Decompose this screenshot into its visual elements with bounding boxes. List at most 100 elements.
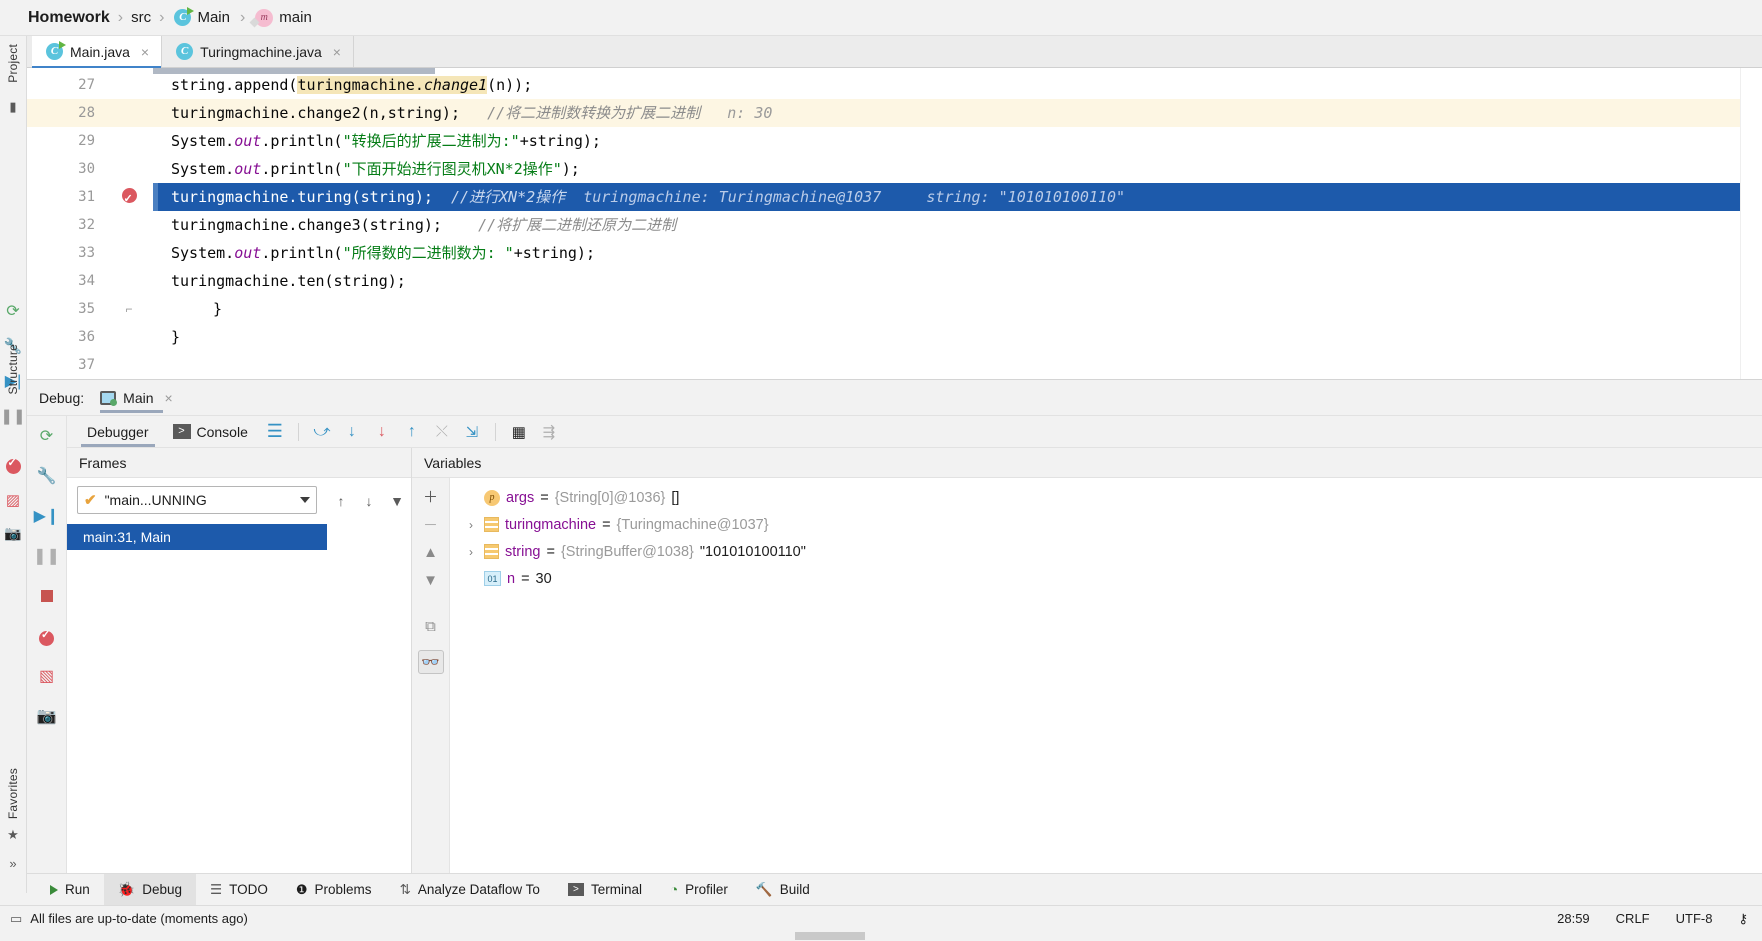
filter-icon[interactable]: ▼: [384, 488, 410, 514]
code-line-35[interactable]: }: [153, 295, 1740, 323]
breadcrumb-item-src[interactable]: src: [131, 9, 151, 26]
line-number: 27: [78, 77, 95, 93]
settings-wrench-icon[interactable]: 🔧: [34, 464, 60, 488]
settings-icon[interactable]: ⇶: [536, 420, 562, 444]
breakpoint-icon[interactable]: [105, 183, 153, 213]
bottom-item-problems[interactable]: ❶ Problems: [282, 874, 386, 905]
bottom-item-build[interactable]: 🔨 Build: [742, 874, 824, 905]
code-editor[interactable]: 27 28 29 30 31 32 33 34 35 36 37 ⌐: [27, 68, 1762, 380]
rerun-icon[interactable]: ⟳: [34, 424, 60, 448]
run-to-cursor-icon[interactable]: ⇲: [459, 420, 485, 444]
primitive-icon: 01: [484, 571, 501, 586]
code-line-29[interactable]: System.out.println("转换后的扩展二进制为:"+string)…: [153, 127, 1740, 155]
code-line-32[interactable]: turingmachine.change3(string); //将扩展二进制还…: [153, 211, 1740, 239]
mute-breakpoints-icon[interactable]: [5, 456, 21, 475]
close-icon[interactable]: ×: [165, 390, 173, 406]
bottom-item-run[interactable]: Run: [36, 874, 104, 905]
mute-breakpoints-icon[interactable]: [34, 624, 60, 648]
event-log-icon[interactable]: ▭: [10, 911, 22, 927]
breakpoint-gutter[interactable]: ⌐: [105, 68, 153, 379]
move-up-icon[interactable]: ↑: [328, 488, 354, 514]
breadcrumb-item-main-class[interactable]: C Main: [172, 7, 232, 26]
caret-position[interactable]: 28:59: [1557, 911, 1590, 926]
code-line-31-current[interactable]: turingmachine.turing(string); //进行XN*2操作…: [153, 183, 1740, 211]
bottom-item-terminal[interactable]: > Terminal: [554, 874, 656, 905]
sidebar-item-project[interactable]: Project: [6, 36, 20, 91]
close-icon[interactable]: ×: [141, 44, 149, 60]
variable-row-n[interactable]: 01 n = 30: [450, 565, 1762, 592]
step-into-icon[interactable]: ↓: [339, 420, 365, 444]
code-line-33[interactable]: System.out.println("所得数的二进制数为: "+string)…: [153, 239, 1740, 267]
move-down-icon[interactable]: ▼: [418, 568, 444, 592]
close-icon[interactable]: ×: [333, 44, 341, 60]
copy-icon[interactable]: ⧉: [418, 614, 444, 638]
tab-turingmachine-java[interactable]: C Turingmachine.java ×: [162, 36, 354, 67]
debug-session-tab-main[interactable]: Main ×: [94, 380, 181, 415]
layout-settings-icon[interactable]: ☰: [262, 420, 288, 444]
frames-list[interactable]: ✔ "main...UNNING main:31, Main: [67, 486, 327, 873]
pause-program-icon[interactable]: ❚❚: [0, 407, 25, 425]
step-over-icon[interactable]: ⤻: [309, 420, 335, 444]
code-line-27[interactable]: string.append(turingmachine.change1(n));: [153, 71, 1740, 99]
variables-tree[interactable]: p args = {String[0]@1036} [] › turingmac…: [450, 478, 1762, 873]
drop-frame-icon[interactable]: ⤬: [429, 420, 455, 444]
lock-icon[interactable]: ⚷: [1738, 911, 1748, 927]
force-step-into-icon[interactable]: ↓: [369, 420, 395, 444]
window-horizontal-scrollbar[interactable]: [0, 931, 1762, 941]
star-icon[interactable]: ★: [7, 827, 19, 843]
tab-console[interactable]: > Console: [163, 416, 258, 447]
tab-main-java[interactable]: C Main.java ×: [32, 36, 163, 68]
variable-row-string[interactable]: › string = {StringBuffer@1038} "10101010…: [450, 538, 1762, 565]
profiler-icon: ◔: [669, 882, 679, 897]
more-icon[interactable]: »: [9, 856, 16, 871]
code-line-34[interactable]: turingmachine.ten(string);: [153, 267, 1740, 295]
code-line-30[interactable]: System.out.println("下面开始进行图灵机XN*2操作");: [153, 155, 1740, 183]
evaluate-expression-icon[interactable]: ▦: [506, 420, 532, 444]
add-watch-icon[interactable]: ＋: [418, 484, 444, 508]
execution-pointer: [153, 183, 158, 211]
inline-watches-icon[interactable]: 👓: [417, 650, 444, 674]
chevron-down-icon[interactable]: [300, 497, 310, 503]
code-string: "转换后的扩展二进制为:": [342, 132, 520, 150]
code-fold-icon[interactable]: ⌐: [105, 295, 153, 323]
camera-icon[interactable]: 📷: [34, 704, 60, 728]
editor-error-stripe[interactable]: [1740, 68, 1762, 379]
tab-debugger[interactable]: Debugger: [77, 416, 159, 447]
thread-selector[interactable]: ✔ "main...UNNING: [77, 486, 317, 514]
variable-row-turingmachine[interactable]: › turingmachine = {Turingmachine@1037}: [450, 511, 1762, 538]
code-field: out: [234, 132, 262, 150]
bottom-item-todo[interactable]: ☰ TODO: [196, 874, 282, 905]
camera-icon[interactable]: 📷: [4, 525, 21, 542]
variable-row-args[interactable]: p args = {String[0]@1036} []: [450, 484, 1762, 511]
stop-icon[interactable]: [34, 584, 60, 608]
breadcrumb-root[interactable]: Homework: [28, 9, 110, 27]
bottom-item-analyze-dataflow[interactable]: ⇅ Analyze Dataflow To: [386, 874, 554, 905]
breadcrumb-item-main-method[interactable]: m main: [253, 8, 314, 27]
remove-watch-icon[interactable]: －: [418, 512, 444, 536]
frame-list-item[interactable]: main:31, Main: [67, 524, 327, 550]
view-breakpoints-icon[interactable]: ▧: [34, 664, 60, 688]
sidebar-item-favorites[interactable]: Favorites: [6, 760, 20, 827]
code-text-area[interactable]: string.append(turingmachine.change1(n));…: [153, 68, 1740, 379]
view-breakpoints-icon[interactable]: ▨: [6, 491, 20, 509]
file-icon[interactable]: ▮: [9, 99, 16, 115]
tree-twisty[interactable]: ›: [464, 518, 478, 532]
code-line-37[interactable]: [153, 351, 1740, 379]
resume-program-icon[interactable]: ▶❙: [34, 504, 60, 528]
sidebar-item-structure[interactable]: Structure: [6, 336, 20, 403]
code-line-36[interactable]: }: [153, 323, 1740, 351]
code-line-28[interactable]: turingmachine.change2(n,string); //将二进制数…: [153, 99, 1740, 127]
frames-pane: Frames ✔ "main...UNNING main:31, Main ↑ …: [67, 448, 412, 873]
step-out-icon[interactable]: ↑: [399, 420, 425, 444]
pause-program-icon[interactable]: ❚❚: [33, 544, 60, 568]
line-separator[interactable]: CRLF: [1616, 911, 1650, 926]
bottom-item-debug[interactable]: 🐞 Debug: [103, 874, 196, 905]
rerun-icon[interactable]: ⟳: [6, 301, 19, 321]
move-up-icon[interactable]: ▲: [418, 540, 444, 564]
scrollbar-thumb[interactable]: [795, 932, 865, 940]
tree-twisty[interactable]: ›: [464, 545, 478, 559]
move-down-icon[interactable]: ↓: [356, 488, 382, 514]
bottom-item-profiler[interactable]: ◔ Profiler: [656, 874, 742, 905]
file-encoding[interactable]: UTF-8: [1676, 911, 1713, 926]
status-right-group: 28:59 CRLF UTF-8 ⚷: [1557, 911, 1762, 927]
